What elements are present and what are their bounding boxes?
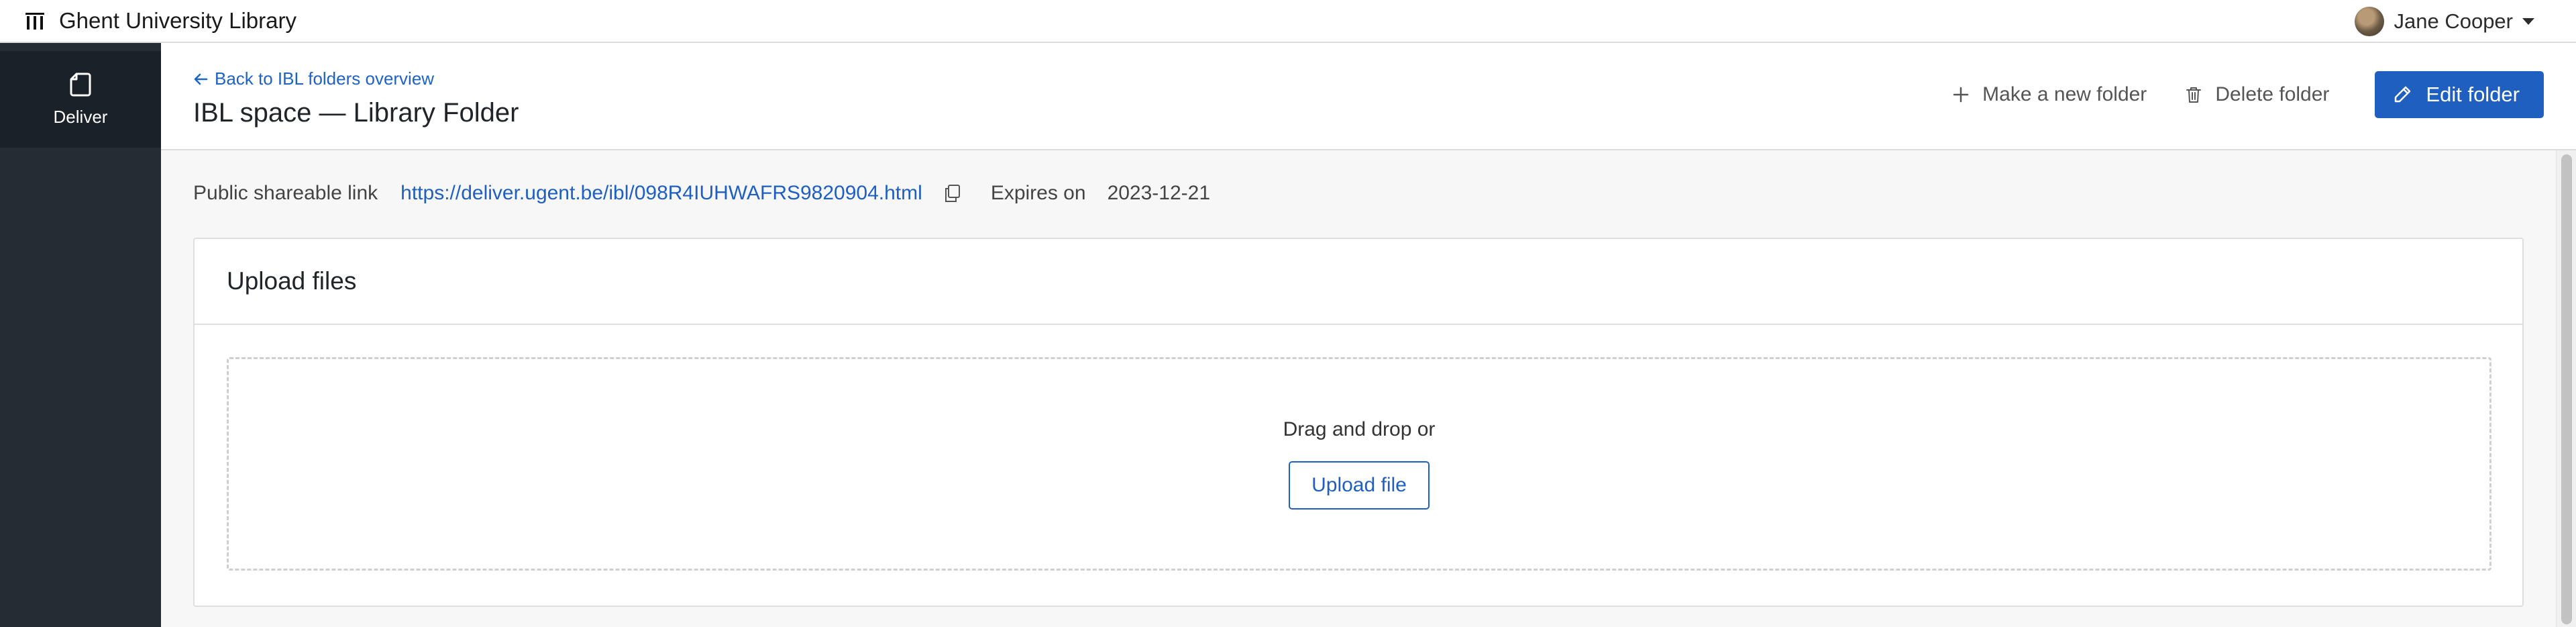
copy-icon[interactable]	[943, 183, 963, 203]
expires-date: 2023-12-21	[1107, 182, 1211, 204]
file-icon	[70, 73, 91, 96]
upload-card-title: Upload files	[227, 267, 357, 295]
make-new-folder-label: Make a new folder	[1982, 83, 2147, 105]
arrow-left-icon	[194, 73, 208, 85]
sidebar-item-label: Deliver	[53, 106, 108, 127]
university-logo-icon	[25, 13, 44, 30]
sidebar-item-deliver[interactable]: Deliver	[0, 51, 161, 148]
dropzone-text: Drag and drop or	[1283, 418, 1436, 440]
sidebar: Deliver	[0, 43, 161, 627]
pencil-icon	[2395, 86, 2411, 103]
delete-folder-button[interactable]: Delete folder	[2165, 71, 2348, 118]
scrollbar-thumb[interactable]	[2561, 154, 2572, 624]
share-url-link[interactable]: https://deliver.ugent.be/ibl/098R4IUHWAF…	[400, 182, 922, 205]
back-link[interactable]: Back to IBL folders overview	[193, 68, 434, 89]
scrollbar[interactable]	[2556, 150, 2576, 627]
delete-folder-label: Delete folder	[2215, 83, 2330, 105]
user-menu[interactable]: Jane Cooper	[2355, 0, 2534, 43]
page-title: IBL space — Library Folder	[193, 98, 519, 128]
back-link-label: Back to IBL folders overview	[215, 68, 435, 89]
brand-name: Ghent University Library	[59, 8, 297, 33]
share-label: Public shareable link	[193, 182, 378, 204]
dropzone[interactable]: Drag and drop or Upload file	[227, 357, 2491, 571]
brand-logo[interactable]: Ghent University Library	[24, 8, 297, 34]
plus-icon	[1953, 87, 1969, 103]
avatar	[2355, 7, 2385, 36]
upload-card: Upload files Drag and drop or Upload fil…	[193, 238, 2524, 607]
top-bar: Ghent University Library Jane Cooper	[0, 0, 2576, 43]
edit-folder-button[interactable]: Edit folder	[2375, 71, 2544, 118]
make-new-folder-button[interactable]: Make a new folder	[1933, 71, 2165, 118]
trash-icon	[2186, 87, 2202, 103]
user-name: Jane Cooper	[2394, 9, 2513, 33]
main-content: Public shareable link https://deliver.ug…	[161, 150, 2556, 627]
header-actions: Make a new folder Delete folder Edit fol…	[1933, 71, 2544, 118]
share-row: Public shareable link https://deliver.ug…	[193, 180, 1210, 207]
page-header: Back to IBL folders overview IBL space —…	[161, 43, 2576, 150]
expires-label: Expires on	[990, 182, 1086, 204]
chevron-down-icon	[2522, 18, 2534, 25]
upload-card-header: Upload files	[195, 239, 2522, 325]
edit-folder-label: Edit folder	[2426, 83, 2520, 106]
upload-file-button[interactable]: Upload file	[1289, 461, 1430, 510]
